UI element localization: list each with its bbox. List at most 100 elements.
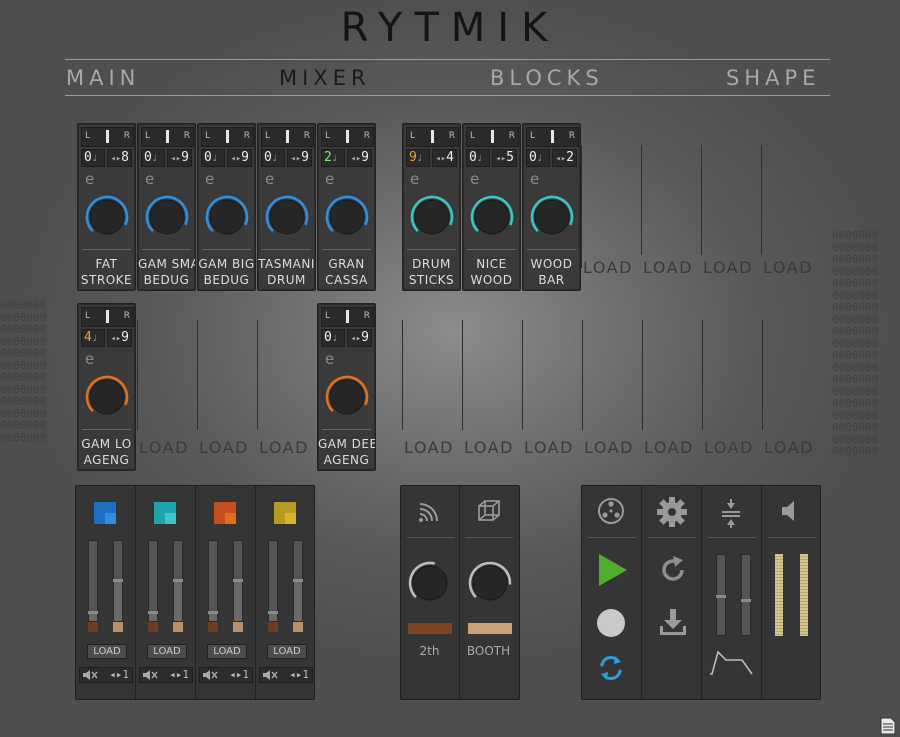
volume-knob[interactable] — [409, 194, 455, 240]
pan-control[interactable]: L R — [406, 127, 459, 147]
midi-note-box[interactable]: 2♩ — [321, 149, 345, 167]
group-fader-left[interactable] — [148, 540, 158, 622]
load-slot-button[interactable]: LOAD — [764, 438, 814, 457]
pan-control[interactable]: L R — [81, 307, 134, 327]
group-fader-right[interactable] — [293, 540, 303, 622]
pan-control[interactable]: L R — [321, 127, 374, 147]
channel-strip[interactable]: L R 0♩ ◂▸9 e GAM BIG BEDUG — [197, 123, 256, 291]
group-mute-row[interactable]: ◂▸1 — [139, 667, 193, 683]
volume-knob[interactable] — [204, 194, 250, 240]
tab-main[interactable]: MAIN — [66, 66, 140, 90]
output-box[interactable]: ◂▸8 — [107, 149, 132, 167]
channel-strip[interactable]: L R 0♩ ◂▸5 e NICE WOOD — [462, 123, 521, 291]
group-fader-left[interactable] — [88, 540, 98, 622]
tab-shape[interactable]: SHAPE — [726, 66, 820, 90]
notes-page-icon[interactable] — [880, 717, 896, 735]
volume-knob[interactable] — [84, 194, 130, 240]
load-slot-button[interactable]: LOAD — [763, 258, 813, 277]
load-slot-button[interactable]: LOAD — [524, 438, 574, 457]
group-color-swatch[interactable] — [274, 502, 296, 524]
midi-note-box[interactable]: 0♩ — [321, 329, 345, 347]
group-load-button[interactable]: LOAD — [147, 644, 187, 659]
group-load-button[interactable]: LOAD — [207, 644, 247, 659]
group-color-swatch[interactable] — [154, 502, 176, 524]
channel-strip[interactable]: L R 9♩ ◂▸4 e DRUM STICKS — [402, 123, 461, 291]
midi-note-box[interactable]: 4♩ — [81, 329, 105, 347]
refresh-icon[interactable] — [657, 554, 689, 586]
load-slot-button[interactable]: LOAD — [584, 438, 634, 457]
output-box[interactable]: ◂▸9 — [167, 149, 192, 167]
mute-speaker-icon[interactable] — [82, 670, 98, 680]
volume-knob[interactable] — [264, 194, 310, 240]
pan-control[interactable]: L R — [466, 127, 519, 147]
speaker-icon[interactable] — [778, 498, 804, 524]
group-mute-row[interactable]: ◂▸1 — [79, 667, 133, 683]
load-slot-button[interactable]: LOAD — [644, 438, 694, 457]
load-slot-button[interactable]: LOAD — [259, 438, 309, 457]
load-slot-button[interactable]: LOAD — [643, 258, 693, 277]
load-slot-button[interactable]: LOAD — [583, 258, 633, 277]
group-mute-row[interactable]: ◂▸1 — [199, 667, 253, 683]
output-box[interactable]: ◂▸9 — [347, 329, 372, 347]
load-slot-button[interactable]: LOAD — [704, 438, 754, 457]
pan-control[interactable]: L R — [261, 127, 314, 147]
midi-note-box[interactable]: 0♩ — [81, 149, 105, 167]
play-icon[interactable] — [596, 552, 630, 588]
load-slot-button[interactable]: LOAD — [464, 438, 514, 457]
pan-control[interactable]: L R — [141, 127, 194, 147]
channel-strip[interactable]: L R 0♩ ◂▸2 e WOOD BAR — [522, 123, 581, 291]
pan-control[interactable]: L R — [201, 127, 254, 147]
group-load-button[interactable]: LOAD — [267, 644, 307, 659]
record-reel-icon[interactable] — [596, 496, 626, 526]
channel-strip[interactable]: L R 0♩ ◂▸9 e GAM DEE AGENG — [317, 303, 376, 471]
load-slot-button[interactable]: LOAD — [199, 438, 249, 457]
volume-knob[interactable] — [324, 194, 370, 240]
master-fader-left[interactable] — [716, 554, 726, 636]
volume-knob[interactable] — [84, 374, 130, 420]
group-color-swatch[interactable] — [214, 502, 236, 524]
volume-knob[interactable] — [529, 194, 575, 240]
channel-strip[interactable]: L R 0♩ ◂▸9 e TASMANI DRUM — [257, 123, 316, 291]
compress-icon[interactable] — [716, 498, 746, 528]
volume-knob[interactable] — [324, 374, 370, 420]
fx-send-knob-booth[interactable] — [467, 560, 513, 606]
fx-send-knob-reverb[interactable] — [407, 560, 453, 606]
group-fader-left[interactable] — [268, 540, 278, 622]
record-icon[interactable] — [596, 608, 626, 638]
load-slot-button[interactable]: LOAD — [703, 258, 753, 277]
output-box[interactable]: ◂▸2 — [552, 149, 577, 167]
group-fader-left[interactable] — [208, 540, 218, 622]
download-icon[interactable] — [657, 606, 689, 638]
midi-note-box[interactable]: 0♩ — [526, 149, 550, 167]
load-slot-button[interactable]: LOAD — [139, 438, 189, 457]
group-mute-row[interactable]: ◂▸1 — [259, 667, 313, 683]
pan-control[interactable]: L R — [81, 127, 134, 147]
mute-speaker-icon[interactable] — [262, 670, 278, 680]
mute-speaker-icon[interactable] — [142, 670, 158, 680]
load-slot-button[interactable]: LOAD — [404, 438, 454, 457]
group-color-swatch[interactable] — [94, 502, 116, 524]
group-fader-right[interactable] — [233, 540, 243, 622]
channel-strip[interactable]: L R 0♩ ◂▸9 e GAM SMA BEDUG — [137, 123, 196, 291]
volume-knob[interactable] — [469, 194, 515, 240]
midi-note-box[interactable]: 0♩ — [201, 149, 225, 167]
output-box[interactable]: ◂▸9 — [287, 149, 312, 167]
tab-blocks[interactable]: BLOCKS — [490, 66, 604, 90]
midi-note-box[interactable]: 0♩ — [141, 149, 165, 167]
output-box[interactable]: ◂▸9 — [227, 149, 252, 167]
channel-strip[interactable]: L R 2♩ ◂▸9 e GRAN CASSA — [317, 123, 376, 291]
master-fader-right[interactable] — [741, 554, 751, 636]
mute-speaker-icon[interactable] — [202, 670, 218, 680]
group-load-button[interactable]: LOAD — [87, 644, 127, 659]
channel-strip[interactable]: L R 4♩ ◂▸9 e GAM LO AGENG — [77, 303, 136, 471]
midi-note-box[interactable]: 0♩ — [261, 149, 285, 167]
pan-control[interactable]: L R — [321, 307, 374, 327]
loop-icon[interactable] — [595, 652, 627, 684]
tab-mixer[interactable]: MIXER — [279, 66, 371, 90]
envelope-icon[interactable] — [708, 646, 756, 678]
gear-icon[interactable] — [656, 496, 688, 528]
channel-strip[interactable]: L R 0♩ ◂▸8 e FAT STROKE — [77, 123, 136, 291]
output-box[interactable]: ◂▸4 — [432, 149, 457, 167]
midi-note-box[interactable]: 9♩ — [406, 149, 430, 167]
volume-knob[interactable] — [144, 194, 190, 240]
